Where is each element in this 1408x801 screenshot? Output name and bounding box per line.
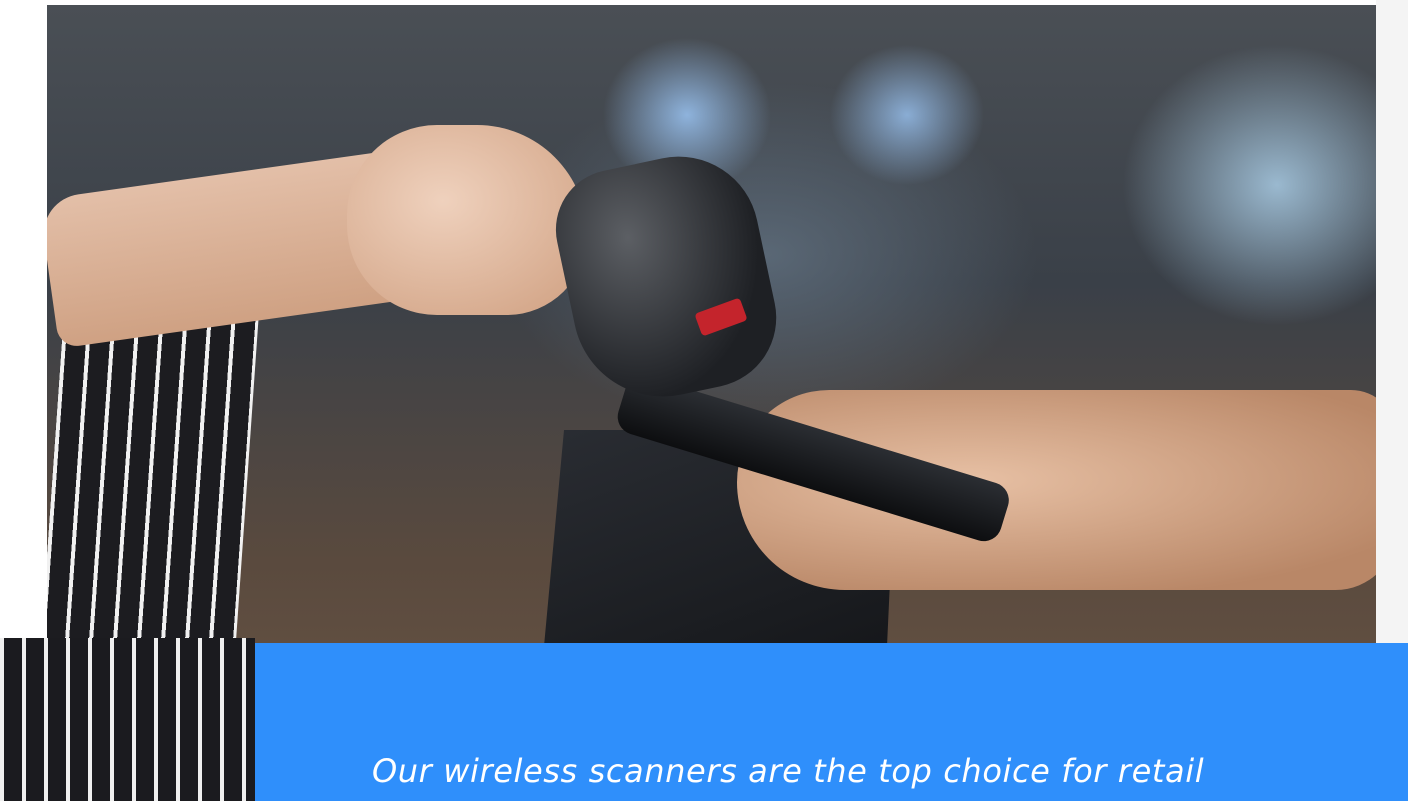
banner-tagline: Our wireless scanners are the top choice… [372,752,1205,790]
barcode-scanner [544,141,790,414]
cashier-hand [347,125,587,315]
apron-lower-detail [0,638,255,801]
